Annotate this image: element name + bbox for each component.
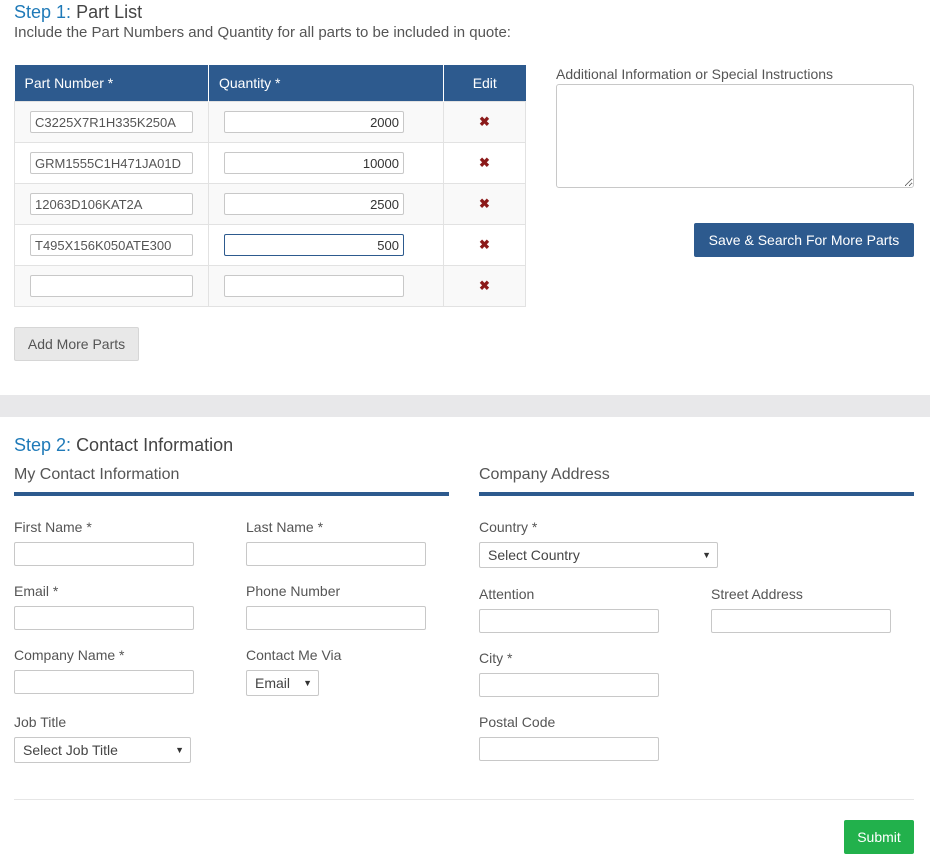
street-address-label: Street Address <box>711 586 803 602</box>
step1-subtitle: Include the Part Numbers and Quantity fo… <box>14 24 511 41</box>
step2-title: Step 2: Contact Information <box>14 435 233 456</box>
last-name-input[interactable] <box>246 542 426 566</box>
company-name-input[interactable] <box>14 670 194 694</box>
attention-input[interactable] <box>479 609 659 633</box>
phone-label: Phone Number <box>246 583 341 599</box>
remove-icon[interactable]: ✖ <box>479 237 490 252</box>
first-name-label: First Name * <box>14 519 92 535</box>
job-title-label: Job Title <box>14 714 67 730</box>
quantity-input[interactable] <box>224 193 404 215</box>
job-title-select[interactable]: Select Job Title ▼ <box>14 737 191 763</box>
city-label: City * <box>479 650 513 666</box>
email-input[interactable] <box>14 606 194 630</box>
email-label: Email * <box>14 583 59 599</box>
contact-via-label: Contact Me Via <box>246 647 342 663</box>
notes-label: Additional Information or Special Instru… <box>556 66 834 82</box>
table-row: ✖ <box>14 142 526 184</box>
chevron-down-icon: ▼ <box>175 745 184 755</box>
part-number-input[interactable] <box>30 193 193 215</box>
submit-button[interactable]: Submit <box>844 820 914 854</box>
table-row: ✖ <box>14 224 526 266</box>
quantity-input[interactable] <box>224 275 404 297</box>
step2-title-text: Contact Information <box>76 435 234 455</box>
add-more-parts-button[interactable]: Add More Parts <box>14 327 139 361</box>
column-part-number: Part Number * <box>14 65 209 102</box>
section-divider <box>0 395 930 417</box>
country-select[interactable]: Select Country ▼ <box>479 542 718 568</box>
step1-title: Step 1: Part List <box>14 2 142 23</box>
column-quantity: Quantity * <box>208 65 444 102</box>
parts-table: Part Number * Quantity * Edit ✖ ✖ ✖ ✖ <box>14 65 526 307</box>
city-input[interactable] <box>479 673 659 697</box>
first-name-input[interactable] <box>14 542 194 566</box>
quantity-input[interactable] <box>224 111 404 133</box>
save-search-button[interactable]: Save & Search For More Parts <box>694 223 914 257</box>
step1-number: Step 1: <box>14 2 72 22</box>
notes-textarea[interactable] <box>556 84 914 188</box>
column-edit: Edit <box>443 65 526 102</box>
my-contact-rule <box>14 492 449 496</box>
step2-number: Step 2: <box>14 435 72 455</box>
attention-label: Attention <box>479 586 535 602</box>
contact-via-select[interactable]: Email ▼ <box>246 670 319 696</box>
part-number-input[interactable] <box>30 152 193 174</box>
chevron-down-icon: ▼ <box>303 678 312 688</box>
remove-icon[interactable]: ✖ <box>479 114 490 129</box>
remove-icon[interactable]: ✖ <box>479 196 490 211</box>
my-contact-heading: My Contact Information <box>14 466 180 483</box>
part-number-input[interactable] <box>30 111 193 133</box>
job-title-value: Select Job Title <box>23 742 118 758</box>
form-footer-rule <box>14 799 914 800</box>
table-row: ✖ <box>14 183 526 225</box>
quantity-input[interactable] <box>224 234 404 256</box>
chevron-down-icon: ▼ <box>702 550 711 560</box>
country-label: Country * <box>479 519 538 535</box>
company-name-label: Company Name * <box>14 647 125 663</box>
part-number-input[interactable] <box>30 234 193 256</box>
last-name-label: Last Name * <box>246 519 324 535</box>
table-row: ✖ <box>14 101 526 143</box>
street-address-input[interactable] <box>711 609 891 633</box>
company-address-heading: Company Address <box>479 466 610 483</box>
part-number-input[interactable] <box>30 275 193 297</box>
phone-input[interactable] <box>246 606 426 630</box>
table-row: ✖ <box>14 265 526 307</box>
parts-table-header: Part Number * Quantity * Edit <box>14 65 526 102</box>
postal-code-label: Postal Code <box>479 714 556 730</box>
remove-icon[interactable]: ✖ <box>479 278 490 293</box>
postal-code-input[interactable] <box>479 737 659 761</box>
contact-via-value: Email <box>255 675 291 691</box>
remove-icon[interactable]: ✖ <box>479 155 490 170</box>
country-value: Select Country <box>488 547 580 563</box>
quantity-input[interactable] <box>224 152 404 174</box>
step1-title-text: Part List <box>76 2 143 22</box>
company-address-rule <box>479 492 914 496</box>
